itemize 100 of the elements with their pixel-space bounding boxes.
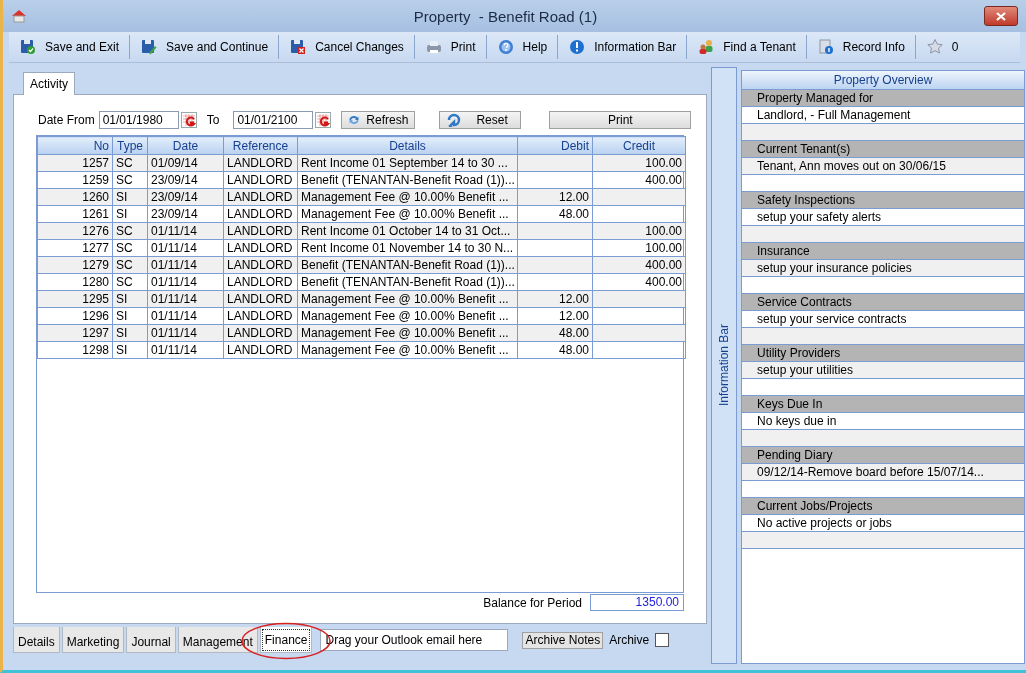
reference-cell: LANDLORD	[227, 309, 293, 323]
section-heading: Safety Inspections	[757, 193, 856, 207]
section-heading: Current Tenant(s)	[757, 142, 851, 156]
number-cell: 1261	[82, 207, 109, 221]
archive-checkbox[interactable]	[655, 633, 670, 647]
number-cell: 1295	[82, 292, 109, 306]
credit-cell: 400.00	[645, 173, 682, 187]
type-cell: SC	[116, 258, 133, 272]
number-cell: 1276	[82, 224, 109, 238]
information-bar-tab[interactable]: Information Bar	[711, 67, 737, 664]
reference-cell: LANDLORD	[227, 275, 293, 289]
tab[interactable]: Details	[13, 627, 60, 653]
reference-cell: LANDLORD	[227, 343, 293, 357]
debit-cell: 12.00	[558, 309, 589, 323]
details-cell: Management Fee @ 10.00% Benefit ...	[301, 207, 509, 221]
date-cell: 23/09/14	[151, 190, 198, 204]
toolbar-button[interactable]: Save and Continue	[130, 35, 280, 59]
reference-cell: LANDLORD	[227, 156, 293, 170]
close-button[interactable]	[984, 6, 1018, 26]
date-to-field[interactable]: 01/01/2100	[233, 111, 314, 129]
archive-notes-button[interactable]: Archive Notes	[522, 631, 604, 649]
type-cell: SC	[116, 275, 133, 289]
date-cell: 01/11/14	[151, 326, 197, 340]
reference-cell: LANDLORD	[227, 292, 293, 306]
reference-cell: LANDLORD	[227, 258, 293, 272]
date-cell: 01/11/14	[151, 275, 197, 289]
debit-cell: 48.00	[558, 207, 589, 221]
column-header[interactable]: Reference	[223, 136, 298, 155]
credit-cell: 400.00	[645, 258, 682, 272]
column-header[interactable]: Credit	[592, 136, 686, 155]
window-title: Property - Benefit Road (1)	[412, 7, 599, 25]
type-cell: SC	[116, 173, 133, 187]
house-icon	[11, 8, 27, 24]
print-button[interactable]: Print	[549, 111, 692, 129]
details-cell: Management Fee @ 10.00% Benefit ...	[301, 326, 509, 340]
section-value[interactable]: No active projects or jobs	[757, 516, 892, 530]
column-header[interactable]: Type	[112, 136, 148, 155]
details-cell: Benefit (TENANTAN-Benefit Road (1))...	[301, 258, 515, 272]
people-icon	[697, 38, 716, 56]
help-icon	[496, 38, 515, 56]
section-heading: Pending Diary	[757, 448, 833, 462]
toolbar-button[interactable]: 0	[915, 35, 969, 59]
debit-cell: 48.00	[558, 343, 589, 357]
balance-label: Balance for Period	[483, 595, 582, 610]
date-from-field[interactable]: 01/01/1980	[98, 111, 179, 129]
info-icon	[568, 38, 587, 56]
column-header[interactable]: No	[37, 136, 113, 155]
type-cell: SI	[116, 326, 128, 340]
reference-cell: LANDLORD	[227, 207, 293, 221]
number-cell: 1298	[82, 343, 109, 357]
calendar-icon[interactable]	[315, 112, 332, 128]
type-cell: SI	[116, 207, 128, 221]
section-heading: Service Contracts	[757, 295, 852, 309]
reference-cell: LANDLORD	[227, 190, 293, 204]
section-heading: Insurance	[757, 244, 810, 258]
section-heading: Current Jobs/Projects	[757, 499, 873, 513]
number-cell: 1260	[82, 190, 109, 204]
toolbar-button[interactable]: Print	[414, 35, 487, 59]
section-value[interactable]: Landlord, - Full Management	[757, 108, 911, 122]
toolbar-button[interactable]: Information Bar	[558, 35, 688, 59]
column-header[interactable]: Date	[147, 136, 224, 155]
toolbar-button[interactable]: Cancel Changes	[279, 35, 415, 59]
details-cell: Rent Income 01 September 14 to 30 ...	[301, 156, 508, 170]
tab[interactable]: Marketing	[61, 627, 125, 653]
type-cell: SI	[116, 343, 128, 357]
debit-cell: 48.00	[558, 326, 589, 340]
save-check-icon	[19, 38, 37, 56]
star-icon	[925, 38, 944, 56]
tab[interactable]: Finance	[259, 627, 313, 653]
section-heading: Keys Due In	[757, 397, 823, 411]
details-cell: Management Fee @ 10.00% Benefit ...	[301, 292, 509, 306]
number-cell: 1280	[82, 275, 109, 289]
date-cell: 01/11/14	[151, 224, 197, 238]
section-value[interactable]: setup your safety alerts	[757, 210, 882, 224]
document-info-icon	[816, 38, 835, 56]
column-header[interactable]: Debit	[517, 136, 593, 155]
section-value[interactable]: setup your service contracts	[757, 312, 907, 326]
save-pencil-icon	[140, 38, 159, 56]
reference-cell: LANDLORD	[227, 173, 293, 187]
toolbar-button[interactable]: Save and Exit	[9, 35, 131, 59]
toolbar-button[interactable]: Record Info	[806, 35, 916, 59]
number-cell: 1279	[82, 258, 109, 272]
column-header[interactable]: Details	[297, 136, 518, 155]
reference-cell: LANDLORD	[227, 326, 293, 340]
number-cell: 1277	[82, 241, 109, 255]
tab[interactable]: Activity	[23, 72, 75, 95]
details-cell: Rent Income 01 October 14 to 31 Oct...	[301, 224, 511, 238]
date-cell: 23/09/14	[151, 207, 198, 221]
tab[interactable]: Journal	[126, 627, 176, 653]
date-from-label: Date From	[37, 113, 96, 127]
calendar-icon[interactable]	[180, 112, 197, 128]
credit-cell: 100.00	[645, 224, 682, 238]
date-cell: 23/09/14	[151, 173, 198, 187]
toolbar-button[interactable]: Help	[486, 35, 559, 59]
toolbar-button[interactable]: Find a Tenant	[687, 35, 807, 59]
type-cell: SC	[116, 241, 133, 255]
credit-cell: 100.00	[645, 156, 682, 170]
refresh-button[interactable]: Refresh	[341, 111, 416, 129]
reset-button[interactable]: Reset	[439, 111, 522, 129]
section-value[interactable]: No keys due in	[757, 414, 837, 428]
